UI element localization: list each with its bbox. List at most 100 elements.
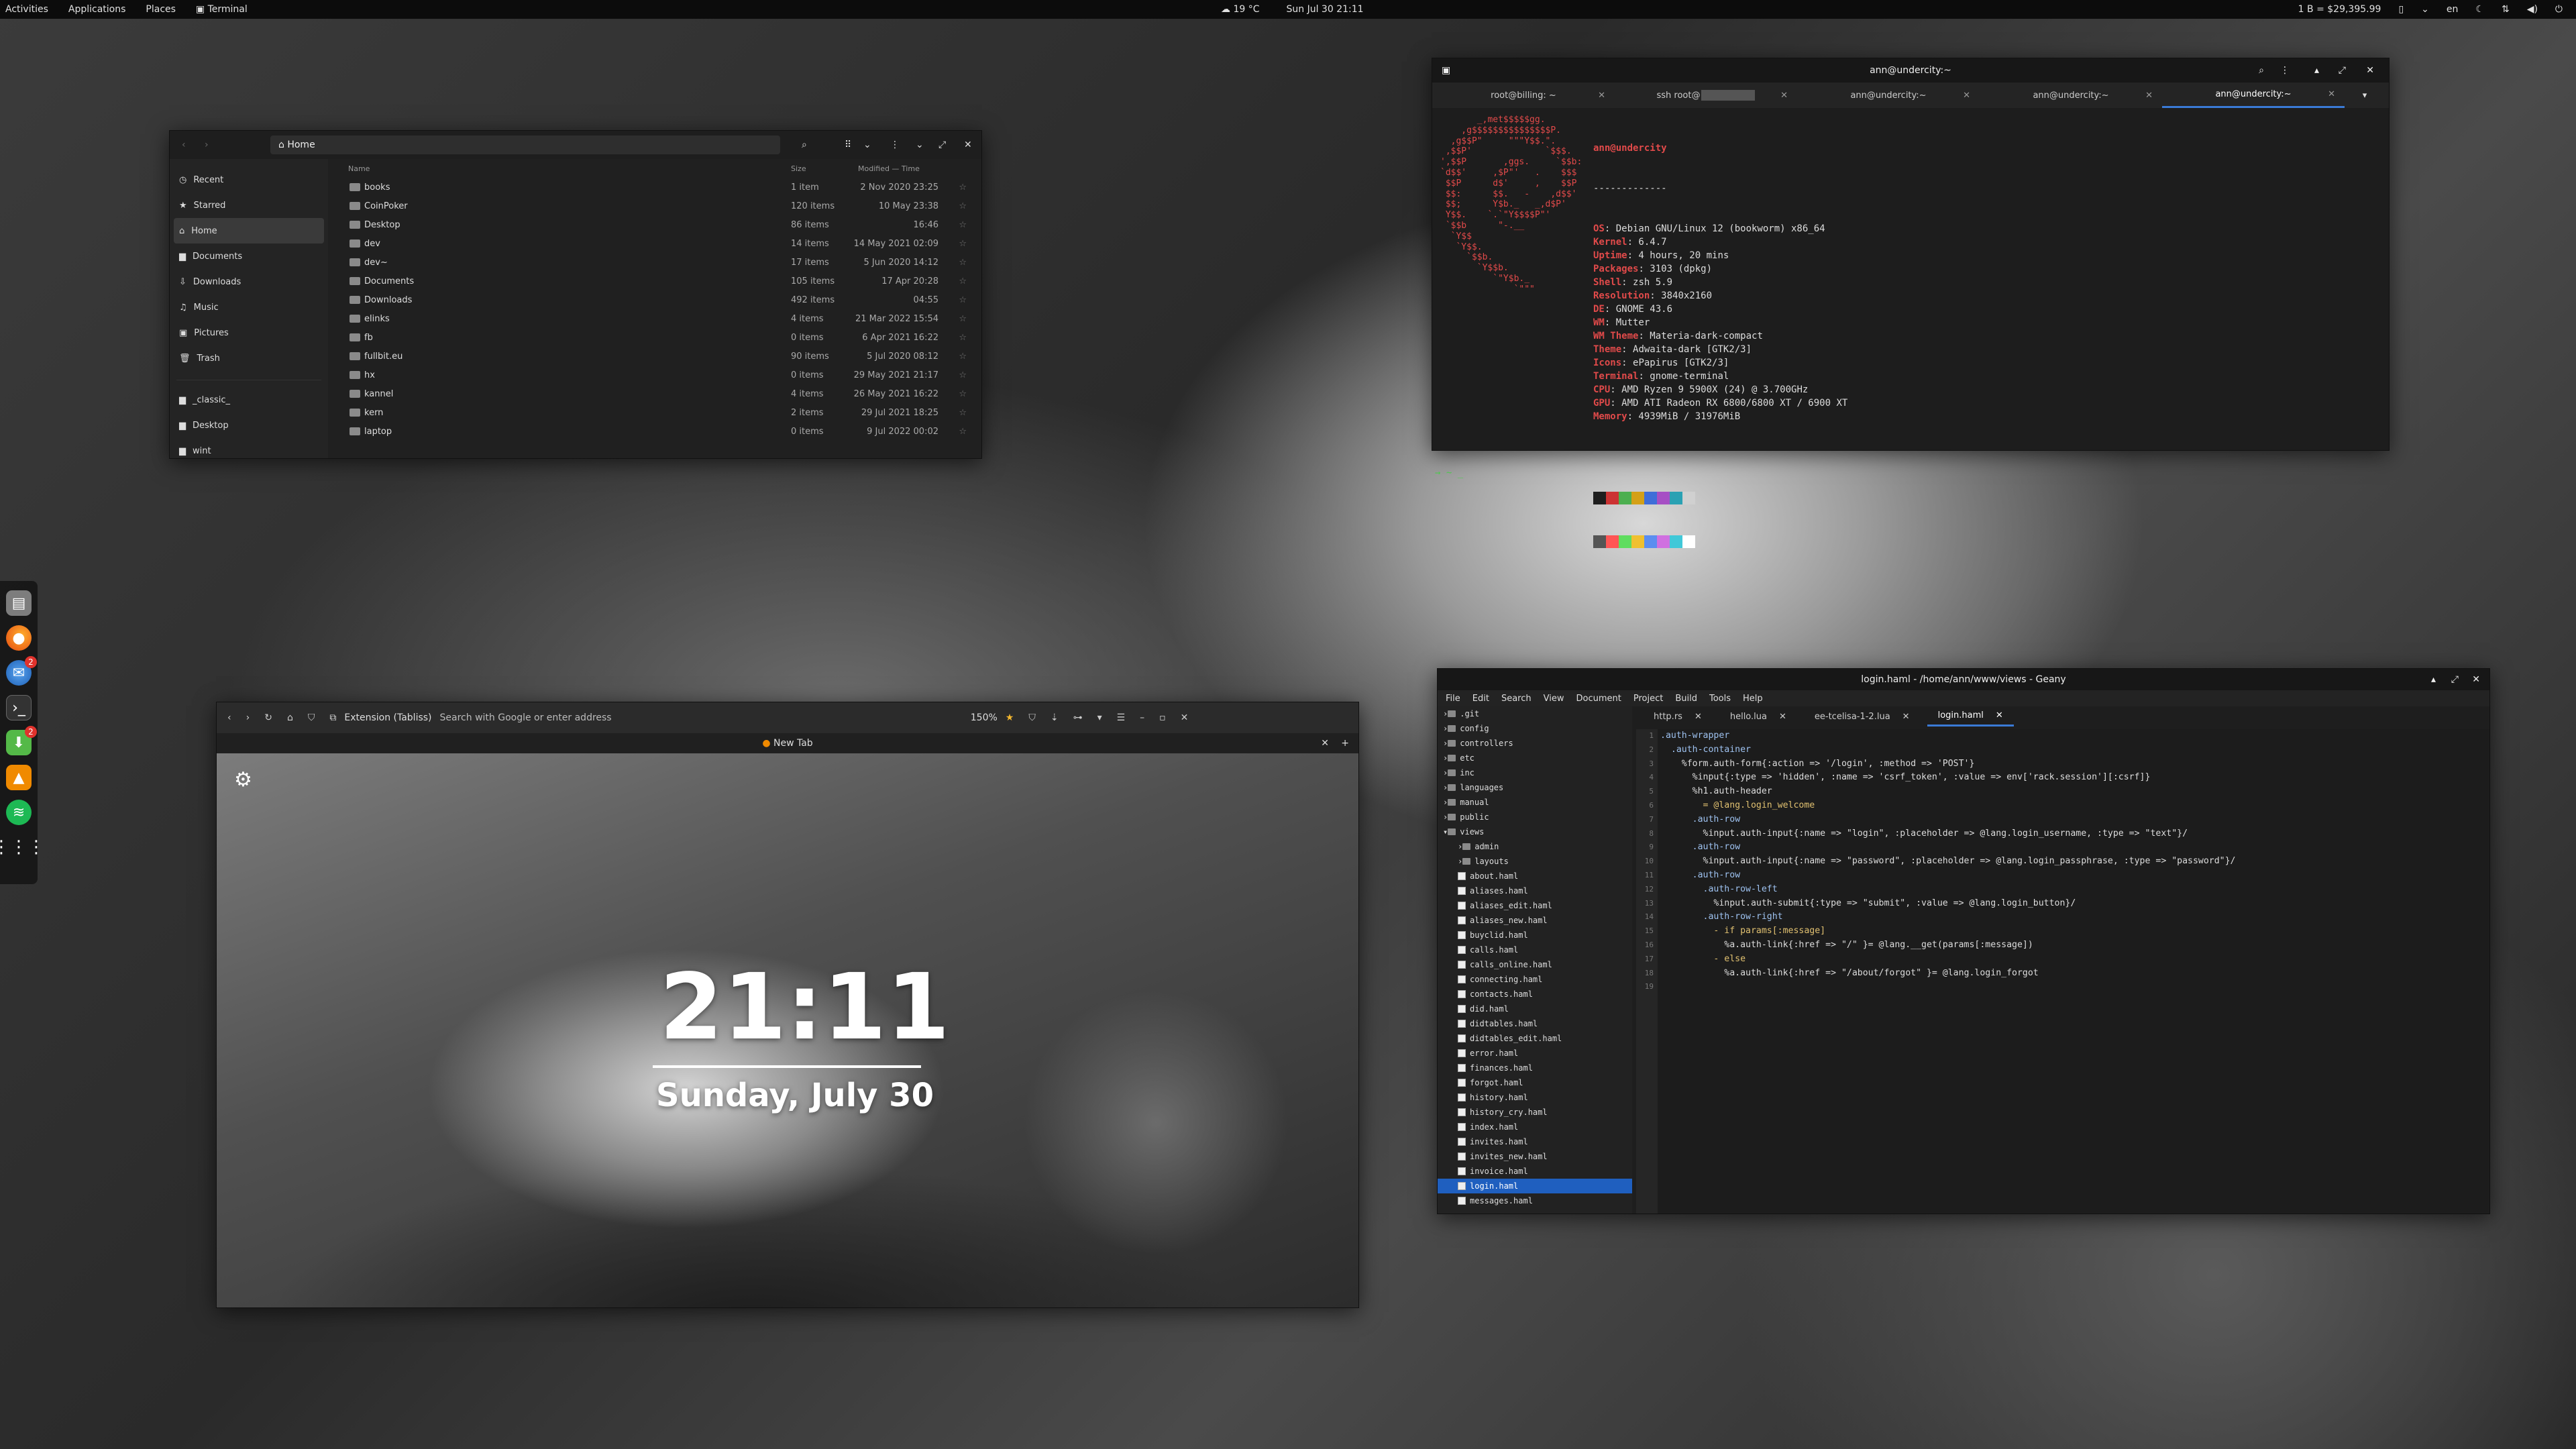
back-icon[interactable]: ‹ <box>227 712 231 723</box>
thunderbird-icon[interactable]: ✉ 2 <box>6 656 37 686</box>
close-icon[interactable]: ✕ <box>1780 91 1788 101</box>
chevron-right-icon[interactable]: › <box>1443 783 1448 792</box>
tree-item[interactable]: › public <box>1438 810 1632 824</box>
star-icon[interactable]: ☆ <box>959 220 967 230</box>
close-icon[interactable]: ✕ <box>2366 65 2374 76</box>
download-icon[interactable]: ⇣ <box>1051 712 1059 723</box>
tree-item[interactable]: ▾ views <box>1438 824 1632 839</box>
menu-item-project[interactable]: Project <box>1633 694 1663 704</box>
path-bar[interactable]: ⌂ Home <box>270 136 780 154</box>
tree-item[interactable]: › config <box>1438 721 1632 736</box>
software-icon[interactable]: ⬇ 2 <box>6 726 37 755</box>
chevron-down-icon[interactable]: ▾ <box>1443 827 1448 837</box>
terminal-icon[interactable]: ›_ <box>6 695 32 720</box>
star-icon[interactable]: ☆ <box>959 370 967 380</box>
menu-item-file[interactable]: File <box>1446 694 1460 704</box>
tree-item[interactable]: error.haml <box>1438 1046 1632 1061</box>
weather-indicator[interactable]: ☁ 19 °C <box>1221 4 1260 15</box>
editor-tab[interactable]: http.rs ✕ <box>1643 706 1713 727</box>
clipboard-icon[interactable]: ▯ <box>2398 4 2404 15</box>
chevron-down-icon[interactable]: ⌄ <box>863 140 871 150</box>
tree-item[interactable]: index.haml <box>1438 1120 1632 1134</box>
sidebar-item-music[interactable]: ♫ Music <box>170 294 328 320</box>
tree-item[interactable]: invites.haml <box>1438 1134 1632 1149</box>
tree-item[interactable]: contacts.haml <box>1438 987 1632 1002</box>
column-size[interactable]: Size <box>791 164 806 173</box>
menu-item-document[interactable]: Document <box>1576 694 1621 704</box>
sidebar-item-home[interactable]: ⌂ Home <box>174 218 324 244</box>
network-icon[interactable]: ⇅ <box>2502 4 2510 15</box>
tree-item[interactable]: aliases_new.haml <box>1438 913 1632 928</box>
close-icon[interactable]: ✕ <box>1779 712 1786 722</box>
star-icon[interactable]: ☆ <box>959 295 967 305</box>
tab-ssh[interactable]: ssh root@ ✕ <box>1615 83 1797 108</box>
tree-item[interactable]: didtables.haml <box>1438 1016 1632 1031</box>
chevron-right-icon[interactable]: › <box>1458 857 1462 866</box>
search-icon[interactable]: ⌕ <box>802 140 807 150</box>
tree-item[interactable]: calls.haml <box>1438 943 1632 957</box>
bookmark-star-icon[interactable]: ★ <box>1006 712 1014 723</box>
star-icon[interactable]: ☆ <box>959 182 967 193</box>
close-icon[interactable]: ✕ <box>1181 712 1189 723</box>
power-icon[interactable]: ⏻ <box>2555 4 2563 15</box>
file-row[interactable]: Downloads 492 items 04:55 ☆ <box>328 290 981 309</box>
file-row[interactable]: fullbit.eu 90 items 5 Jul 2020 08:12 ☆ <box>328 347 981 366</box>
file-row[interactable]: hx 0 items 29 May 2021 21:17 ☆ <box>328 366 981 384</box>
files-icon[interactable]: ▤ <box>6 590 32 616</box>
crypto-ticker[interactable]: 1 B = $29,395.99 <box>2298 4 2381 15</box>
sidebar-item-trash[interactable]: 🗑 Trash <box>170 345 328 371</box>
tree-item[interactable]: didtables_edit.haml <box>1438 1031 1632 1046</box>
terminal-output[interactable]: _,met$$$$$gg. ,g$$$$$$$$$$$$$$$P. ,g$$P"… <box>1432 108 2389 548</box>
minimize-icon[interactable]: – <box>1140 712 1144 723</box>
code-editor[interactable]: 1 2 3 4 5 6 7 8 9 10 11 12 13 14 15 16 17 18 19 .auth-wrap… <box>1636 729 2489 1214</box>
zoom-level[interactable]: 150% <box>971 712 998 723</box>
search-icon[interactable]: ⌕ <box>2259 65 2264 76</box>
close-icon[interactable]: ✕ <box>964 140 972 150</box>
tree-item[interactable]: about.haml <box>1438 869 1632 883</box>
view-grid-icon[interactable]: ⠿ <box>845 140 851 150</box>
menu-icon[interactable]: ⋮ <box>2280 65 2290 76</box>
tree-item[interactable]: calls_online.haml <box>1438 957 1632 972</box>
firefox-icon[interactable]: ● <box>6 625 32 651</box>
forward-icon[interactable]: › <box>205 140 209 150</box>
tree-item[interactable]: forgot.haml <box>1438 1075 1632 1090</box>
file-row[interactable]: kern 2 items 29 Jul 2021 18:25 ☆ <box>328 403 981 422</box>
sidebar-item-desktop[interactable]: ▆ Desktop <box>170 413 328 438</box>
chevron-right-icon[interactable]: › <box>1443 798 1448 807</box>
spotify-icon[interactable]: ≋ <box>6 800 32 825</box>
tree-item[interactable]: invites_new.haml <box>1438 1149 1632 1164</box>
tree-item[interactable]: connecting.haml <box>1438 972 1632 987</box>
sidebar-item-wint[interactable]: ▆ wint <box>170 438 328 464</box>
tree-item[interactable]: › controllers <box>1438 736 1632 751</box>
language-indicator[interactable]: en <box>2447 4 2459 15</box>
menu-item-search[interactable]: Search <box>1501 694 1532 704</box>
file-row[interactable]: kannel 4 items 26 May 2021 16:22 ☆ <box>328 384 981 403</box>
editor-tab[interactable]: login.haml ✕ <box>1927 706 2014 727</box>
editor-tab[interactable]: hello.lua ✕ <box>1719 706 1797 727</box>
star-icon[interactable]: ☆ <box>959 239 967 249</box>
tab-ann-2[interactable]: ann@undercity:~ ✕ <box>1980 83 2162 108</box>
chevron-down-icon[interactable]: ⌄ <box>2421 4 2429 15</box>
close-icon[interactable]: ✕ <box>1321 738 1329 749</box>
forward-icon[interactable]: › <box>246 712 250 723</box>
tree-item[interactable]: › languages <box>1438 780 1632 795</box>
chevron-right-icon[interactable]: › <box>1458 842 1462 851</box>
close-icon[interactable]: ✕ <box>1598 91 1605 101</box>
chevron-right-icon[interactable]: › <box>1443 753 1448 763</box>
tree-item[interactable]: › etc <box>1438 751 1632 765</box>
star-icon[interactable]: ☆ <box>959 408 967 418</box>
tab-new-tab[interactable]: ● New Tab <box>762 738 812 749</box>
minimize-icon[interactable]: ▴ <box>2431 674 2436 685</box>
editor-tab[interactable]: ee-tcelisa-1-2.lua ✕ <box>1804 706 1921 727</box>
star-icon[interactable]: ☆ <box>959 314 967 324</box>
maximize-icon[interactable]: ▫ <box>1159 712 1166 723</box>
sidebar-item-documents[interactable]: ▆ Documents <box>170 244 328 269</box>
terminal-app-menu[interactable]: ▣ Terminal <box>196 4 248 15</box>
tree-item[interactable]: buyclid.haml <box>1438 928 1632 943</box>
star-icon[interactable]: ☆ <box>959 352 967 362</box>
tree-item[interactable]: › layouts <box>1438 854 1632 869</box>
shield-icon[interactable]: ⛉ <box>308 712 315 723</box>
close-icon[interactable]: ✕ <box>2145 91 2153 101</box>
tree-item[interactable]: aliases_edit.haml <box>1438 898 1632 913</box>
back-icon[interactable]: ‹ <box>182 140 186 150</box>
